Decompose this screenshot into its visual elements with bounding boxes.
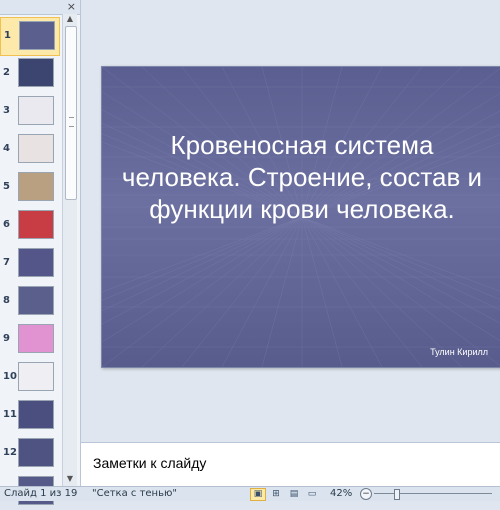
slide-thumbnail[interactable]: 9 <box>0 321 62 358</box>
slide-title[interactable]: Кровеносная система человека. Строение, … <box>112 129 492 225</box>
slide-thumbnail[interactable]: 4 <box>0 131 62 168</box>
scroll-down-icon[interactable]: ▼ <box>64 474 76 484</box>
slide-preview <box>18 324 54 353</box>
status-bar: Слайд 1 из 19 "Сетка с тенью" ▣ ⊞ ▤ ▭ 42… <box>0 486 500 501</box>
slide-number: 5 <box>3 181 10 192</box>
zoom-level[interactable]: 42% <box>330 488 352 500</box>
slide-number: 12 <box>3 447 17 458</box>
slide-thumbnail[interactable]: 10 <box>0 359 62 396</box>
normal-view-icon[interactable]: ▣ <box>250 488 266 501</box>
scroll-up-icon[interactable]: ▲ <box>64 14 76 24</box>
slide-preview <box>18 362 54 391</box>
slide-number: 7 <box>3 257 10 268</box>
panel-tabs: × <box>0 0 80 15</box>
vertical-scrollbar[interactable]: ▲ ▼ <box>62 14 77 486</box>
slide-thumbnail[interactable]: 11 <box>0 397 62 434</box>
slide-preview <box>18 438 54 467</box>
slide-number: 11 <box>3 409 17 420</box>
slide-number: 4 <box>3 143 10 154</box>
reading-view-icon[interactable]: ▤ <box>286 488 302 501</box>
slide-preview <box>18 134 54 163</box>
slide-preview <box>18 400 54 429</box>
notes-pane[interactable]: Заметки к слайду <box>81 442 500 487</box>
slide-sorter-icon[interactable]: ⊞ <box>268 488 284 501</box>
zoom-out-button[interactable]: − <box>360 488 372 500</box>
zoom-handle[interactable] <box>394 489 400 500</box>
slide-number: 10 <box>3 371 17 382</box>
slide-thumbnail[interactable]: 12 <box>0 435 62 472</box>
grip-icon <box>69 117 74 127</box>
slides-panel: × 12345678910111213 ▲ ▼ <box>0 0 81 505</box>
slide-number: 9 <box>3 333 10 344</box>
slide-number: 1 <box>4 30 11 41</box>
slide-editor: Кровеносная система человека. Строение, … <box>81 0 500 441</box>
slide-number: 8 <box>3 295 10 306</box>
slide-thumbnail[interactable]: 6 <box>0 207 62 244</box>
close-icon[interactable]: × <box>67 0 76 13</box>
slide-thumbnail[interactable]: 2 <box>0 55 62 92</box>
slide-number: 2 <box>3 67 10 78</box>
slide-preview <box>18 172 54 201</box>
slide-thumbnail[interactable]: 3 <box>0 93 62 130</box>
slide-preview <box>18 58 54 87</box>
slide-number: 6 <box>3 219 10 230</box>
slide-preview <box>18 248 54 277</box>
slide-thumbnail[interactable]: 8 <box>0 283 62 320</box>
slide-thumbnail[interactable]: 5 <box>0 169 62 206</box>
slide-thumbnail[interactable]: 1 <box>0 17 60 56</box>
zoom-slider[interactable] <box>374 493 492 494</box>
slide-canvas[interactable]: Кровеносная система человека. Строение, … <box>101 66 500 368</box>
notes-placeholder[interactable]: Заметки к слайду <box>93 455 206 471</box>
slide-preview <box>18 96 54 125</box>
slide-preview <box>19 21 55 50</box>
slide-author[interactable]: Тулин Кирилл <box>430 347 488 357</box>
slide-number: 3 <box>3 105 10 116</box>
scroll-thumb[interactable] <box>65 26 77 200</box>
theme-name[interactable]: "Сетка с тенью" <box>92 488 177 500</box>
slideshow-icon[interactable]: ▭ <box>304 488 320 501</box>
slide-counter: Слайд 1 из 19 <box>4 488 78 499</box>
slide-preview <box>18 210 54 239</box>
slide-preview <box>18 286 54 315</box>
slide-thumbnail[interactable]: 7 <box>0 245 62 282</box>
